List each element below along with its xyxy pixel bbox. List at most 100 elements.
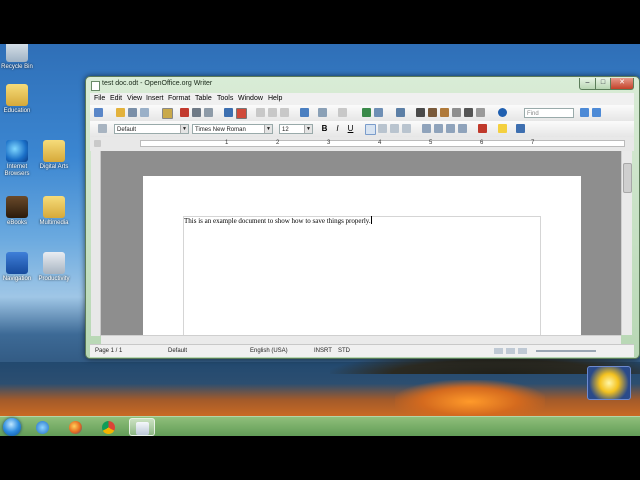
- menu-tools[interactable]: Tools: [217, 95, 233, 102]
- start-button[interactable]: [3, 418, 21, 436]
- vertical-scrollbar[interactable]: [621, 151, 632, 335]
- menu-format[interactable]: Format: [168, 95, 190, 102]
- data-sources-icon[interactable]: [452, 108, 461, 117]
- insert-mode[interactable]: INSRT: [314, 348, 332, 354]
- horizontal-scrollbar[interactable]: [101, 335, 621, 344]
- taskbar-openoffice-writer[interactable]: [129, 418, 155, 436]
- document-area[interactable]: This is an example document to show how …: [101, 151, 621, 335]
- horizontal-ruler[interactable]: 1 2 3 4 5 6 7: [90, 137, 634, 151]
- zoom-icon[interactable]: [476, 108, 485, 117]
- menu-edit[interactable]: Edit: [110, 95, 122, 102]
- taskbar-firefox[interactable]: [63, 418, 89, 436]
- chevron-down-icon[interactable]: ▼: [304, 125, 312, 133]
- internet-explorer-icon: [36, 421, 49, 434]
- vertical-ruler[interactable]: [91, 151, 101, 336]
- sun-badge-icon[interactable]: [587, 366, 631, 400]
- tab-stop-icon[interactable]: [94, 140, 101, 147]
- export-pdf-icon[interactable]: [180, 108, 189, 117]
- vertical-scroll-thumb[interactable]: [623, 163, 632, 193]
- highlighting-icon[interactable]: [498, 124, 507, 133]
- maximize-button[interactable]: □: [595, 78, 611, 90]
- language[interactable]: English (USA): [250, 348, 288, 354]
- paste-icon[interactable]: [280, 108, 289, 117]
- document-paragraph[interactable]: This is an example document to show how …: [184, 217, 371, 225]
- email-icon[interactable]: [140, 108, 149, 117]
- menu-table[interactable]: Table: [195, 95, 212, 102]
- desktop-icon-recycle-bin[interactable]: Recycle Bin: [0, 44, 34, 71]
- desktop-icon-education[interactable]: Education: [0, 84, 34, 115]
- writer-window[interactable]: test doc.odt - OpenOffice.org Writer – □…: [85, 76, 640, 359]
- numbering-icon[interactable]: [422, 124, 431, 133]
- title-bar[interactable]: test doc.odt - OpenOffice.org Writer – □…: [86, 77, 639, 92]
- edit-file-icon[interactable]: [162, 108, 173, 119]
- underline-button[interactable]: U: [346, 124, 355, 133]
- align-left-icon[interactable]: [365, 124, 376, 135]
- align-right-icon[interactable]: [390, 124, 399, 133]
- page-preview-icon[interactable]: [204, 108, 213, 117]
- font-size-select[interactable]: 12 ▼: [279, 124, 313, 134]
- desktop-icon-navigation[interactable]: Navigation: [0, 252, 34, 283]
- background-color-icon[interactable]: [516, 124, 525, 133]
- desktop-icon-digital-arts[interactable]: Digital Arts: [37, 140, 71, 171]
- ruler-scale[interactable]: 1 2 3 4 5 6 7: [140, 140, 625, 147]
- desktop-icon-internet-browsers[interactable]: Internet Browsers: [0, 140, 34, 178]
- align-center-icon[interactable]: [378, 124, 387, 133]
- open-folder-icon[interactable]: [116, 108, 125, 117]
- help-icon[interactable]: [498, 108, 507, 117]
- find-replace-icon[interactable]: [416, 108, 425, 117]
- find-next-icon[interactable]: [580, 108, 589, 117]
- print-icon[interactable]: [192, 108, 201, 117]
- minimize-button[interactable]: –: [579, 78, 596, 90]
- autospellcheck-icon[interactable]: [236, 108, 247, 119]
- italic-button[interactable]: I: [333, 124, 342, 133]
- menu-window[interactable]: Window: [238, 95, 263, 102]
- document-text[interactable]: This is an example document to show how …: [184, 216, 372, 225]
- gallery-icon[interactable]: [440, 108, 449, 117]
- find-input[interactable]: Find: [524, 108, 574, 118]
- navigator-icon[interactable]: [428, 108, 437, 117]
- new-document-icon[interactable]: [94, 108, 103, 117]
- chevron-down-icon[interactable]: ▼: [180, 125, 188, 133]
- font-name-select[interactable]: Times New Roman ▼: [192, 124, 273, 134]
- menu-insert[interactable]: Insert: [146, 95, 164, 102]
- desktop-icon-productivity[interactable]: Productivity: [37, 252, 71, 283]
- save-icon[interactable]: [128, 108, 137, 117]
- table-icon[interactable]: [374, 108, 383, 117]
- page-style[interactable]: Default: [168, 348, 187, 354]
- menu-help[interactable]: Help: [268, 95, 282, 102]
- close-button[interactable]: ✕: [610, 78, 634, 90]
- multi-page-view-icon[interactable]: [506, 348, 515, 354]
- find-previous-icon[interactable]: [592, 108, 601, 117]
- decrease-indent-icon[interactable]: [446, 124, 455, 133]
- menu-view[interactable]: View: [127, 95, 142, 102]
- taskbar-internet-explorer[interactable]: [30, 418, 56, 436]
- justify-icon[interactable]: [402, 124, 411, 133]
- hyperlink-icon[interactable]: [362, 108, 371, 117]
- undo-icon[interactable]: [318, 108, 327, 117]
- document-page[interactable]: This is an example document to show how …: [143, 176, 581, 335]
- desktop-icon-multimedia[interactable]: Multimedia: [37, 196, 71, 227]
- bullets-icon[interactable]: [434, 124, 443, 133]
- zoom-slider[interactable]: [536, 350, 596, 352]
- chevron-down-icon[interactable]: ▼: [264, 125, 272, 133]
- selection-mode[interactable]: STD: [338, 348, 350, 354]
- taskbar-chrome[interactable]: [96, 418, 122, 436]
- bold-button[interactable]: B: [320, 124, 329, 133]
- show-draw-functions-icon[interactable]: [396, 108, 405, 117]
- paragraph-style-select[interactable]: Default ▼: [114, 124, 189, 134]
- taskbar: [0, 416, 640, 437]
- book-view-icon[interactable]: [518, 348, 527, 354]
- cut-icon[interactable]: [256, 108, 265, 117]
- font-color-icon[interactable]: [478, 124, 487, 133]
- copy-icon[interactable]: [268, 108, 277, 117]
- increase-indent-icon[interactable]: [458, 124, 467, 133]
- menu-file[interactable]: File: [94, 95, 105, 102]
- spellcheck-icon[interactable]: [224, 108, 233, 117]
- redo-icon[interactable]: [338, 108, 347, 117]
- clone-formatting-icon[interactable]: [300, 108, 309, 117]
- desktop-icon-ebooks[interactable]: eBooks: [0, 196, 34, 227]
- styles-formatting-icon[interactable]: [98, 124, 107, 133]
- single-page-view-icon[interactable]: [494, 348, 503, 354]
- page-indicator[interactable]: Page 1 / 1: [95, 348, 122, 354]
- nonprinting-characters-icon[interactable]: [464, 108, 473, 117]
